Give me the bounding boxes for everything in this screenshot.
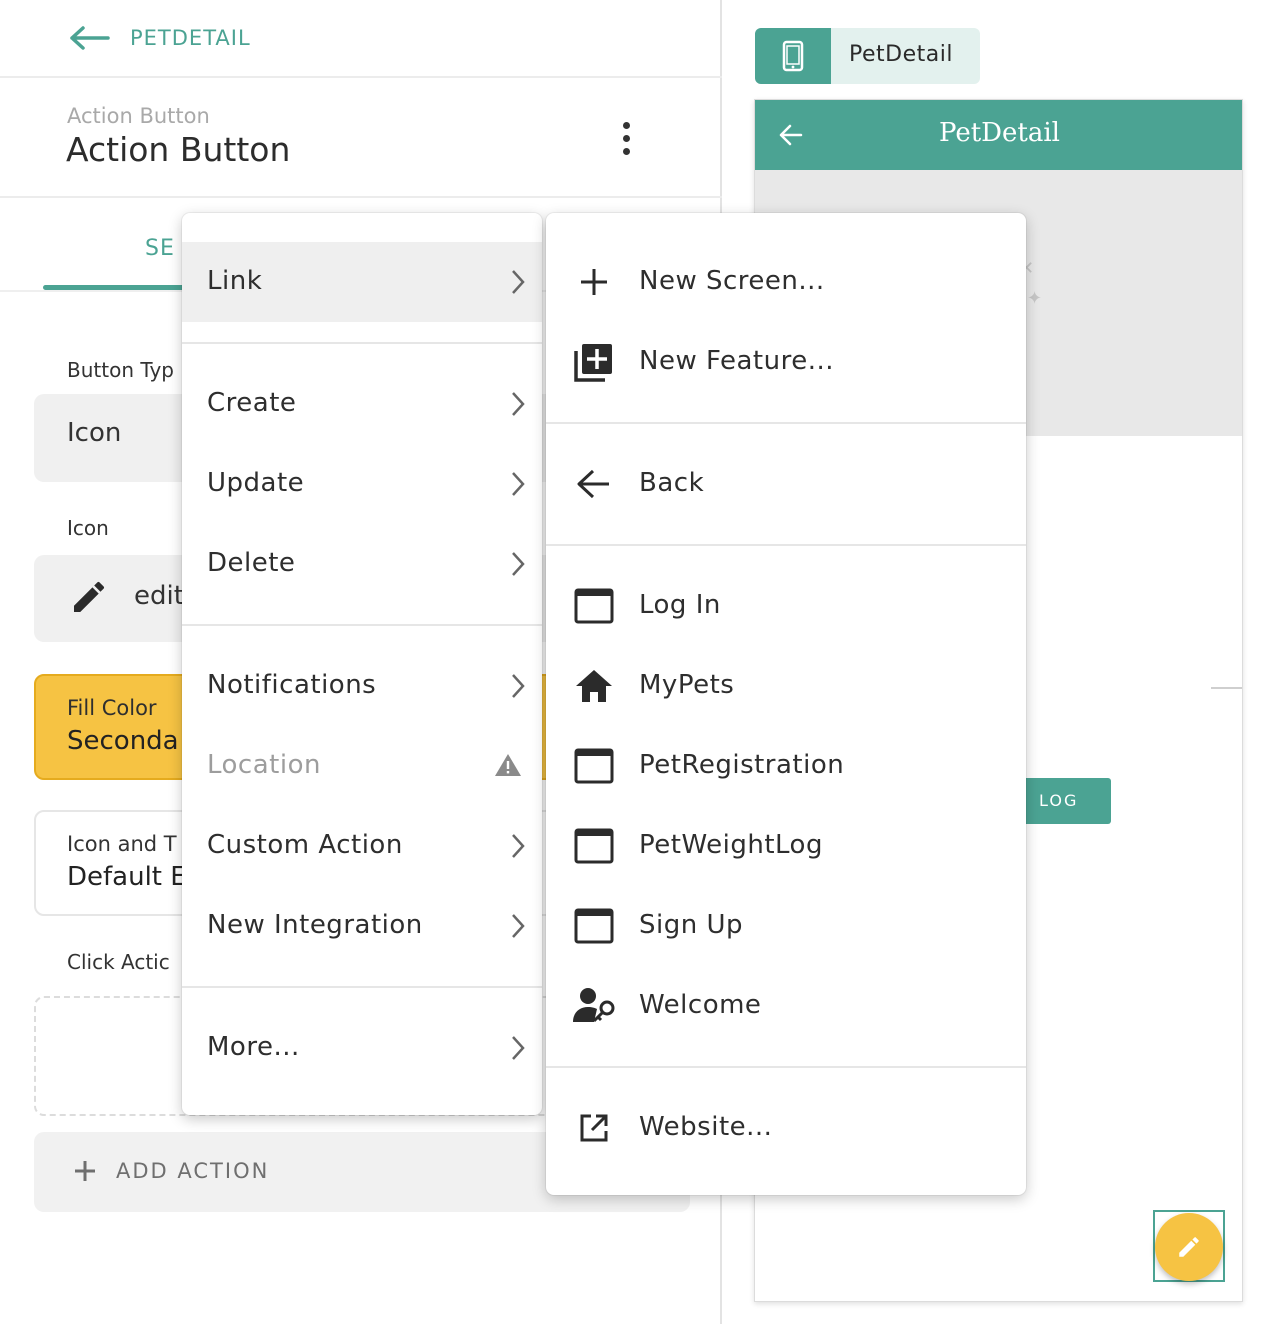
menu-item-label: Delete: [207, 548, 296, 578]
screen-icon: [572, 744, 616, 788]
icon-label: Icon: [67, 516, 109, 540]
link-submenu: New Screen... New Feature... Back Log In…: [546, 213, 1026, 1195]
link-item-label: Log In: [639, 590, 721, 620]
button-type-value: Icon: [67, 418, 122, 448]
more-options-icon[interactable]: [610, 118, 642, 158]
chevron-right-icon: [512, 552, 525, 576]
menu-divider: [546, 544, 1026, 546]
phone-icon: [755, 28, 831, 84]
chevron-right-icon: [512, 674, 525, 698]
icon-text-color-label: Icon and T: [67, 832, 177, 856]
tab-settings[interactable]: SE: [145, 236, 175, 261]
menu-divider: [546, 1066, 1026, 1068]
screen-icon: [572, 584, 616, 628]
screen-icon: [572, 904, 616, 948]
pencil-icon: [1179, 1237, 1199, 1257]
chevron-right-icon: [512, 834, 525, 858]
menu-item-label: Custom Action: [207, 830, 403, 860]
chevron-right-icon: [512, 392, 525, 416]
action-menu: Link Create Update Delete Notifications …: [182, 213, 542, 1115]
link-item-petweightlog[interactable]: PetWeightLog: [546, 806, 1026, 886]
link-item-label: Welcome: [639, 990, 762, 1020]
link-item-label: New Feature...: [639, 346, 835, 376]
app-bar: PetDetail: [755, 100, 1242, 170]
component-type-label: Action Button: [67, 104, 210, 128]
link-item-label: Website...: [639, 1112, 773, 1142]
menu-divider: [546, 422, 1026, 424]
menu-item-notifications[interactable]: Notifications: [182, 646, 542, 726]
action-button[interactable]: [1155, 1213, 1223, 1281]
link-item-new-feature[interactable]: New Feature...: [546, 322, 1026, 402]
menu-item-link[interactable]: Link: [182, 242, 542, 322]
menu-item-custom-action[interactable]: Custom Action: [182, 806, 542, 886]
divider: [0, 196, 722, 198]
menu-item-label: Update: [207, 468, 305, 498]
chevron-right-icon: [512, 1036, 525, 1060]
link-item-label: Sign Up: [639, 910, 744, 940]
menu-item-label: New Integration: [207, 910, 423, 940]
menu-item-more[interactable]: More...: [182, 1008, 542, 1088]
link-item-website[interactable]: Website...: [546, 1088, 1026, 1168]
user-key-icon: [572, 984, 616, 1028]
sparkle-icon: ✦: [1027, 288, 1043, 309]
button-type-label: Button Typ: [67, 358, 174, 382]
menu-divider: [182, 986, 542, 988]
divider: [0, 76, 722, 78]
link-item-mypets[interactable]: MyPets: [546, 646, 1026, 726]
menu-item-label: Link: [207, 266, 263, 296]
add-action-label: ADD ACTION: [116, 1159, 270, 1183]
arrow-left-icon: [70, 26, 110, 50]
icon-value: edit: [134, 581, 184, 611]
pencil-icon: [74, 581, 105, 612]
link-item-label: Back: [639, 468, 705, 498]
arrow-left-icon: [572, 462, 616, 506]
click-actions-label: Click Actic: [67, 950, 170, 974]
back-to-screen-link[interactable]: PETDETAIL: [70, 20, 251, 56]
menu-item-new-integration[interactable]: New Integration: [182, 886, 542, 966]
component-title: Action Button: [66, 130, 291, 169]
screen-chip[interactable]: PetDetail: [755, 28, 980, 84]
menu-item-label: More...: [207, 1032, 300, 1062]
link-item-label: MyPets: [639, 670, 735, 700]
log-button-label: LOG: [1039, 791, 1079, 810]
link-item-new-screen[interactable]: New Screen...: [546, 242, 1026, 322]
link-item-label: PetRegistration: [639, 750, 845, 780]
app-bar-title: PetDetail: [939, 118, 1060, 148]
home-icon: [572, 664, 616, 708]
link-item-sign-up[interactable]: Sign Up: [546, 886, 1026, 966]
icon-text-color-value: Default E: [67, 862, 187, 892]
plus-icon: [572, 260, 616, 304]
menu-item-label: Notifications: [207, 670, 377, 700]
fill-color-value: Seconda: [67, 726, 179, 756]
divider: [1211, 687, 1242, 689]
chevron-right-icon: [512, 914, 525, 938]
external-link-icon: [572, 1106, 616, 1150]
screen-chip-label: PetDetail: [849, 42, 953, 67]
link-item-log-in[interactable]: Log In: [546, 566, 1026, 646]
menu-item-location: Location: [182, 726, 542, 806]
screen-icon: [572, 824, 616, 868]
chevron-right-icon: [512, 472, 525, 496]
menu-item-delete[interactable]: Delete: [182, 524, 542, 604]
menu-divider: [182, 342, 542, 344]
fill-color-label: Fill Color: [67, 696, 157, 720]
link-item-back[interactable]: Back: [546, 444, 1026, 524]
menu-item-label: Create: [207, 388, 297, 418]
menu-divider: [182, 624, 542, 626]
back-label: PETDETAIL: [130, 26, 251, 50]
menu-item-update[interactable]: Update: [182, 444, 542, 524]
plus-icon: [75, 1161, 95, 1181]
link-item-label: PetWeightLog: [639, 830, 823, 860]
link-item-welcome[interactable]: Welcome: [546, 966, 1026, 1046]
menu-item-label: Location: [207, 750, 321, 780]
library-add-icon: [572, 340, 616, 384]
link-item-petregistration[interactable]: PetRegistration: [546, 726, 1026, 806]
link-item-label: New Screen...: [639, 266, 825, 296]
chevron-right-icon: [512, 270, 525, 294]
warning-icon: [495, 754, 521, 776]
menu-item-create[interactable]: Create: [182, 364, 542, 444]
